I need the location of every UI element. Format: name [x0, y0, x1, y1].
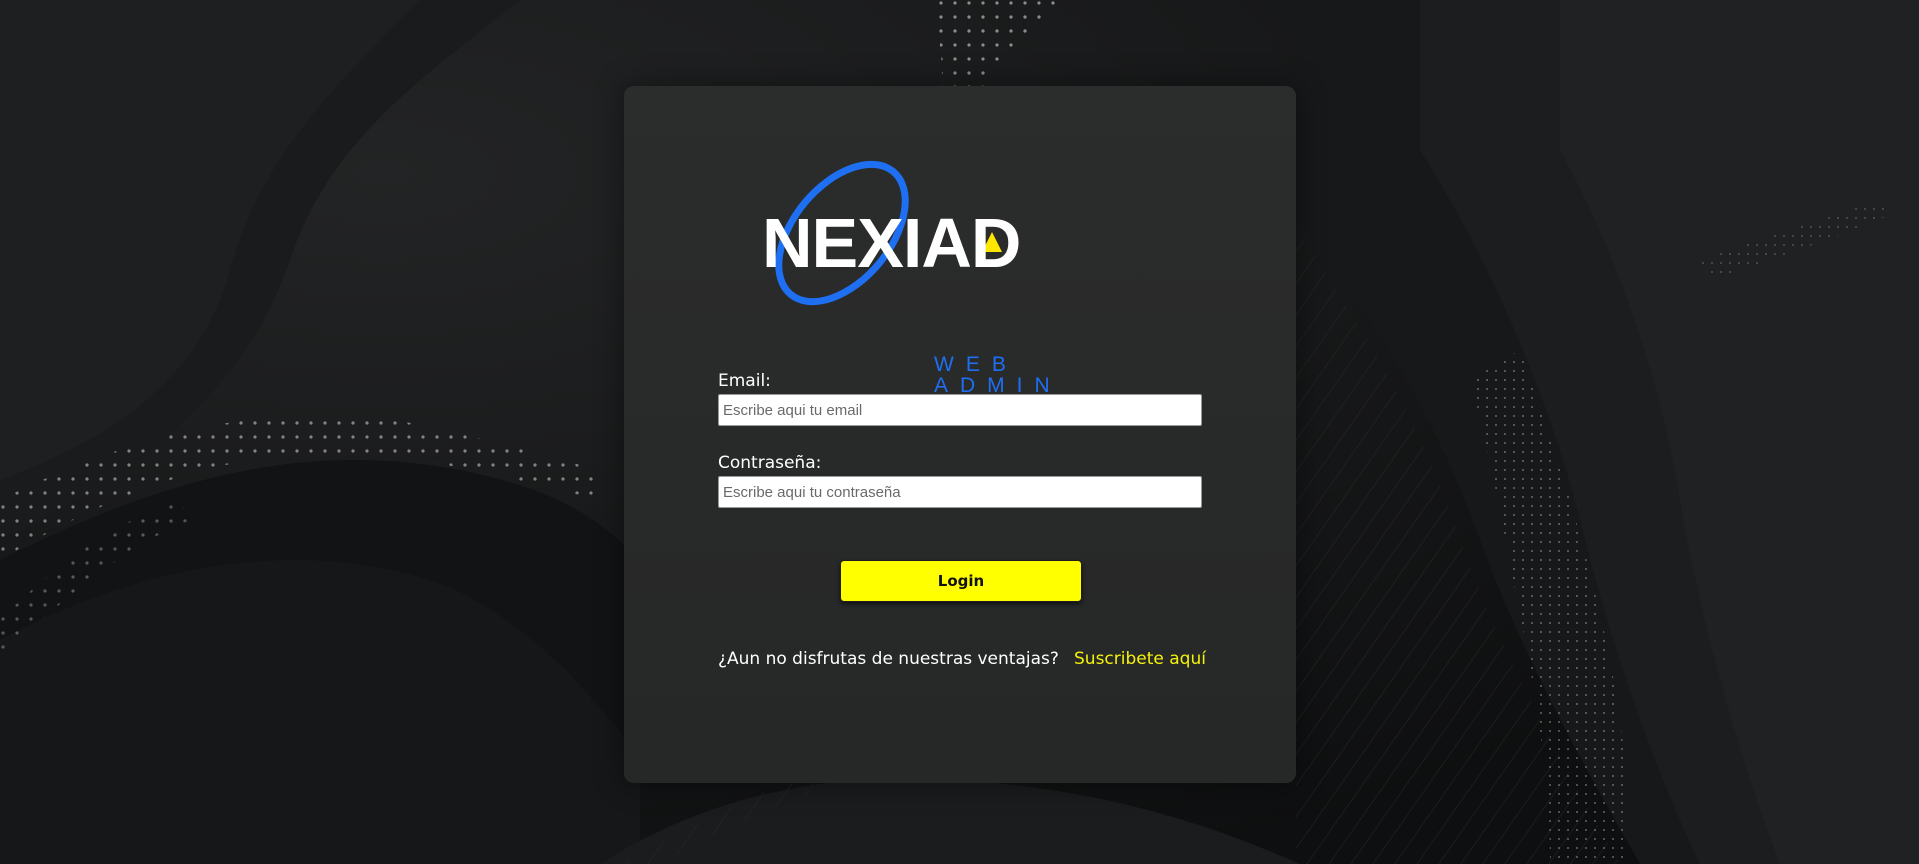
logo-wordmark: NEXIAD	[762, 204, 1021, 282]
logo-subtitle: WEB ADMIN	[934, 353, 1062, 397]
promo-text: ¿Aun no disfrutas de nuestras ventajas?	[718, 649, 1059, 669]
subscribe-link[interactable]: Suscribete aquí	[1074, 649, 1206, 669]
email-label: Email:	[718, 371, 771, 391]
login-button[interactable]: Login	[840, 560, 1082, 602]
login-card: NEXIAD WEB ADMIN Email: Contraseña: Logi…	[624, 86, 1296, 783]
password-field[interactable]	[718, 476, 1202, 508]
nexiad-logo: NEXIAD WEB ADMIN	[762, 156, 1162, 396]
password-label: Contraseña:	[718, 453, 822, 473]
email-field[interactable]	[718, 394, 1202, 426]
